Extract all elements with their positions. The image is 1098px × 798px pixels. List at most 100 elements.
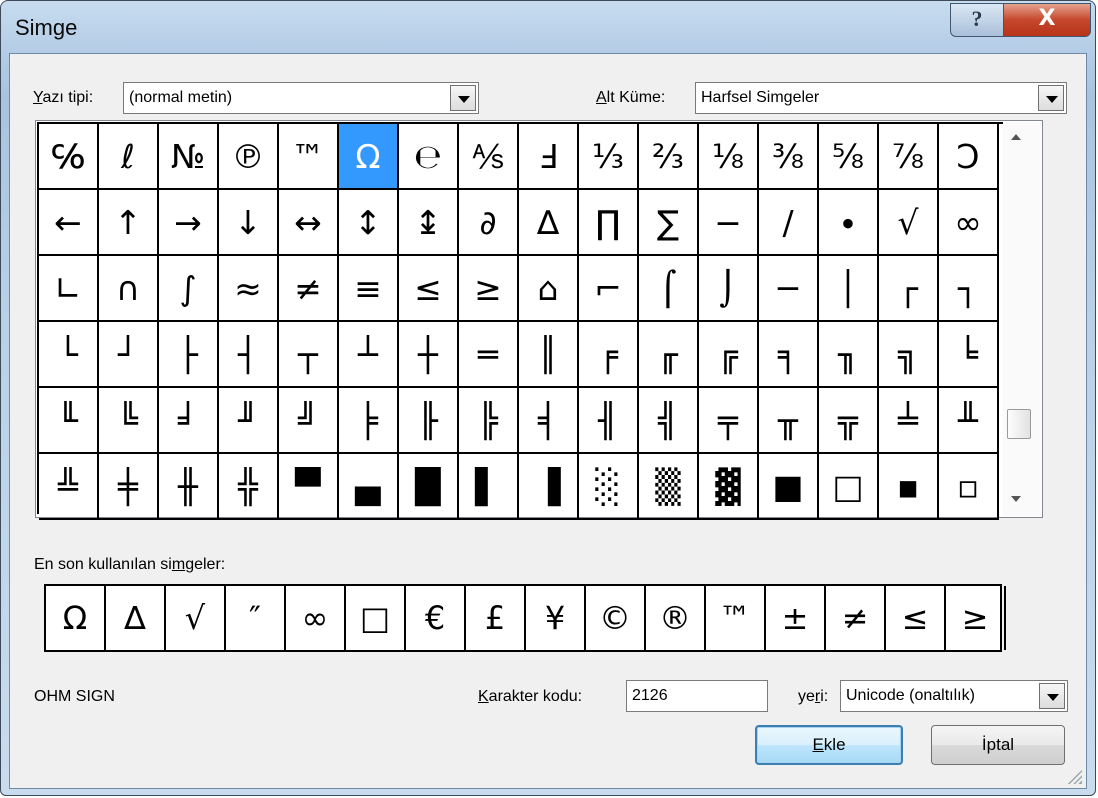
font-select[interactable]: (normal metin) bbox=[123, 82, 479, 114]
symbol-cell[interactable]: ┌ bbox=[879, 256, 939, 322]
symbol-cell[interactable]: ╬ bbox=[219, 454, 279, 520]
symbol-cell[interactable]: Ⅎ bbox=[519, 124, 579, 190]
symbol-cell[interactable]: ∕ bbox=[759, 190, 819, 256]
symbol-cell[interactable]: ╢ bbox=[579, 388, 639, 454]
symbol-cell[interactable]: □ bbox=[819, 454, 879, 520]
symbol-cell[interactable]: ⌐ bbox=[579, 256, 639, 322]
help-button[interactable]: ? bbox=[950, 3, 1004, 37]
symbol-cell[interactable]: ╝ bbox=[279, 388, 339, 454]
symbol-cell[interactable]: │ bbox=[819, 256, 879, 322]
symbol-cell[interactable]: № bbox=[159, 124, 219, 190]
symbol-cell[interactable]: ┘ bbox=[99, 322, 159, 388]
symbol-cell[interactable]: ∫ bbox=[159, 256, 219, 322]
symbol-cell[interactable]: ╪ bbox=[99, 454, 159, 520]
symbol-cell[interactable]: ╘ bbox=[939, 322, 999, 388]
symbol-cell[interactable]: ╣ bbox=[639, 388, 699, 454]
symbol-cell[interactable]: ≥ bbox=[459, 256, 519, 322]
title-bar[interactable]: Simge ? X bbox=[1, 1, 1095, 53]
symbol-cell[interactable]: ╞ bbox=[339, 388, 399, 454]
symbol-cell[interactable]: ∙ bbox=[819, 190, 879, 256]
close-button[interactable]: X bbox=[1003, 3, 1091, 37]
recent-symbol-cell[interactable]: ® bbox=[646, 586, 706, 650]
symbol-cell[interactable]: ∏ bbox=[579, 190, 639, 256]
symbol-cell[interactable]: ← bbox=[39, 190, 99, 256]
symbol-cell-selected[interactable]: Ω bbox=[339, 124, 399, 190]
symbol-cell[interactable]: ∟ bbox=[39, 256, 99, 322]
symbol-cell[interactable]: ┐ bbox=[939, 256, 999, 322]
symbol-cell[interactable]: ╛ bbox=[159, 388, 219, 454]
symbol-cell[interactable]: ↨ bbox=[399, 190, 459, 256]
from-dropdown-button[interactable] bbox=[1039, 683, 1065, 709]
recent-symbol-cell[interactable]: ≠ bbox=[826, 586, 886, 650]
symbol-cell[interactable]: ▀ bbox=[279, 454, 339, 520]
symbol-cell[interactable]: ╦ bbox=[819, 388, 879, 454]
recent-symbol-cell[interactable]: ± bbox=[766, 586, 826, 650]
symbol-cell[interactable]: ⅔ bbox=[639, 124, 699, 190]
symbol-cell[interactable]: ℓ bbox=[99, 124, 159, 190]
subset-select[interactable]: Harfsel Simgeler bbox=[695, 82, 1067, 114]
symbol-cell[interactable]: ╗ bbox=[879, 322, 939, 388]
symbol-cell[interactable]: ≠ bbox=[279, 256, 339, 322]
resize-grip[interactable] bbox=[1066, 768, 1082, 784]
subset-dropdown-button[interactable] bbox=[1038, 85, 1064, 111]
scroll-up-icon[interactable] bbox=[1011, 134, 1021, 140]
symbol-cell[interactable]: ∩ bbox=[99, 256, 159, 322]
symbol-cell[interactable]: ⅞ bbox=[879, 124, 939, 190]
cancel-button[interactable]: İptal bbox=[931, 725, 1065, 765]
symbol-cell[interactable]: ╟ bbox=[399, 388, 459, 454]
insert-button[interactable]: Ekle bbox=[755, 725, 903, 765]
symbol-cell[interactable]: ╔ bbox=[699, 322, 759, 388]
symbol-cell[interactable]: ↓ bbox=[219, 190, 279, 256]
recent-symbol-cell[interactable]: © bbox=[586, 586, 646, 650]
symbol-cell[interactable]: ╜ bbox=[219, 388, 279, 454]
symbol-cell[interactable]: ⅍ bbox=[459, 124, 519, 190]
symbol-cell[interactable]: ℮ bbox=[399, 124, 459, 190]
symbol-cell[interactable]: ∆ bbox=[519, 190, 579, 256]
symbol-cell[interactable]: ℗ bbox=[219, 124, 279, 190]
symbol-cell[interactable]: ▫ bbox=[939, 454, 999, 520]
symbol-cell[interactable]: ╥ bbox=[759, 388, 819, 454]
symbol-cell[interactable]: ■ bbox=[759, 454, 819, 520]
symbol-cell[interactable]: ═ bbox=[459, 322, 519, 388]
recent-symbol-cell[interactable]: √ bbox=[166, 586, 226, 650]
symbol-cell[interactable]: ▌ bbox=[459, 454, 519, 520]
symbol-cell[interactable]: ⅛ bbox=[699, 124, 759, 190]
symbol-cell[interactable]: √ bbox=[879, 190, 939, 256]
symbol-grid-scrollbar[interactable] bbox=[1003, 122, 1041, 516]
symbol-cell[interactable]: ╚ bbox=[99, 388, 159, 454]
symbol-cell[interactable]: ⌠ bbox=[639, 256, 699, 322]
symbol-cell[interactable]: ╧ bbox=[879, 388, 939, 454]
symbol-cell[interactable]: ├ bbox=[159, 322, 219, 388]
symbol-cell[interactable]: ▒ bbox=[639, 454, 699, 520]
font-dropdown-button[interactable] bbox=[450, 85, 476, 111]
symbol-cell[interactable]: ▄ bbox=[339, 454, 399, 520]
symbol-cell[interactable]: ≤ bbox=[399, 256, 459, 322]
symbol-cell[interactable]: ╨ bbox=[939, 388, 999, 454]
recent-symbol-cell[interactable]: ≤ bbox=[886, 586, 946, 650]
symbol-cell[interactable]: Ↄ bbox=[939, 124, 999, 190]
symbol-cell[interactable]: ┴ bbox=[339, 322, 399, 388]
symbol-cell[interactable]: ▪ bbox=[879, 454, 939, 520]
symbol-cell[interactable]: ℅ bbox=[39, 124, 99, 190]
symbol-cell[interactable]: ░ bbox=[579, 454, 639, 520]
symbol-cell[interactable]: ╒ bbox=[579, 322, 639, 388]
symbol-cell[interactable]: ╫ bbox=[159, 454, 219, 520]
symbol-cell[interactable]: ∂ bbox=[459, 190, 519, 256]
symbol-cell[interactable]: └ bbox=[39, 322, 99, 388]
symbol-cell[interactable]: → bbox=[159, 190, 219, 256]
recent-symbol-cell[interactable]: € bbox=[406, 586, 466, 650]
symbol-cell[interactable]: ─ bbox=[759, 256, 819, 322]
symbol-cell[interactable]: ⅓ bbox=[579, 124, 639, 190]
recent-symbol-cell[interactable]: ″ bbox=[226, 586, 286, 650]
symbol-cell[interactable]: ⅝ bbox=[819, 124, 879, 190]
symbol-cell[interactable]: ╠ bbox=[459, 388, 519, 454]
symbol-cell[interactable]: ™ bbox=[279, 124, 339, 190]
symbol-cell[interactable]: ┼ bbox=[399, 322, 459, 388]
from-select[interactable]: Unicode (onaltılık) bbox=[840, 680, 1068, 712]
symbol-cell[interactable]: ▓ bbox=[699, 454, 759, 520]
symbol-cell[interactable]: ∑ bbox=[639, 190, 699, 256]
symbol-cell[interactable]: ╖ bbox=[819, 322, 879, 388]
scroll-thumb[interactable] bbox=[1007, 409, 1031, 439]
symbol-cell[interactable]: ≡ bbox=[339, 256, 399, 322]
recent-symbol-cell[interactable]: Ω bbox=[46, 586, 106, 650]
